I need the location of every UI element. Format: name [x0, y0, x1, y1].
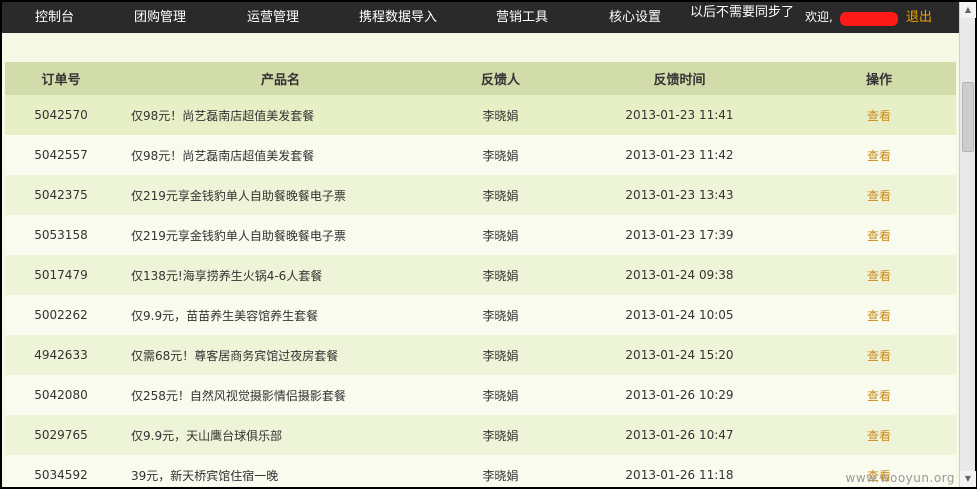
nav-item-marketing[interactable]: 营销工具 — [496, 2, 548, 33]
product-name-cell: 仅9.9元，苗苗养生美容馆养生套餐 — [131, 308, 319, 323]
view-link[interactable]: 查看 — [867, 229, 891, 243]
action-cell: 查看 — [802, 335, 956, 375]
feedback-user-cell: 李晓娟 — [482, 188, 519, 203]
table-row: 4942633 仅需68元！尊客居商务宾馆过夜房套餐 李晓娟 2013-01-24 1… — [5, 335, 956, 375]
header-product-name: 产品名 — [260, 73, 300, 88]
scroll-thumb[interactable] — [962, 82, 974, 152]
product-name-cell: 仅需68元！尊客居商务宾馆过夜房套餐 — [131, 348, 339, 363]
feedback-user-cell: 李晓娟 — [482, 348, 519, 363]
nav-item-groupbuy[interactable]: 团购管理 — [134, 2, 186, 33]
feedback-user-cell: 李晓娟 — [482, 388, 519, 403]
feedback-time-cell: 2013-01-26 11:18 — [625, 468, 734, 482]
feedback-time-cell: 2013-01-24 09:38 — [625, 268, 734, 282]
order-id-cell: 5053158 — [34, 228, 88, 242]
product-name-cell: 仅138元!海享捞养生火锅4-6人套餐 — [131, 268, 323, 283]
header-feedback-time: 反馈时间 — [653, 73, 706, 88]
watermark: www.wooyun.org — [845, 471, 955, 485]
order-id-cell: 5042375 — [34, 188, 88, 202]
table-row: 5053158 仅219元享金钱豹单人自助餐晚餐电子票 李晓娟 2013-01-23 … — [5, 215, 956, 255]
app-frame: 控制台 团购管理 运营管理 携程数据导入 营销工具 核心设置 以后不需要同步了 … — [2, 2, 959, 487]
table-row: 5042375 仅219元享金钱豹单人自助餐晚餐电子票 李晓娟 2013-01-23 … — [5, 175, 956, 215]
logout-link[interactable]: 退出 — [906, 2, 932, 33]
table-row: 5029765 仅9.9元，天山鹰台球俱乐部 李晓娟 2013-01-26 10:47… — [5, 415, 956, 455]
table-row: 5002262 仅9.9元，苗苗养生美容馆养生套餐 李晓娟 2013-01-24 10… — [5, 295, 956, 335]
feedback-time-cell: 2013-01-23 11:42 — [625, 148, 734, 162]
table-header-row: 订单号 产品名 反馈人 反馈时间 操作 — [5, 62, 956, 95]
view-link[interactable]: 查看 — [867, 149, 891, 163]
action-cell: 查看 — [802, 215, 956, 255]
product-name-cell: 仅258元！自然风视觉摄影情侣摄影套餐 — [131, 388, 346, 403]
table-row: 5042570 仅98元！尚艺磊南店超值美发套餐 李晓娟 2013-01-23 11:… — [5, 95, 956, 135]
table-row: 5034592 39元，新天桥宾馆住宿一晚 李晓娟 2013-01-26 11:18 查… — [5, 455, 956, 487]
table-row: 5042080 仅258元！自然风视觉摄影情侣摄影套餐 李晓娟 2013-01-26 … — [5, 375, 956, 415]
view-link[interactable]: 查看 — [867, 349, 891, 363]
order-id-cell: 5034592 — [34, 468, 88, 482]
view-link[interactable]: 查看 — [867, 389, 891, 403]
order-id-cell: 5017479 — [34, 268, 88, 282]
feedback-time-cell: 2013-01-23 13:43 — [625, 188, 734, 202]
feedback-time-cell: 2013-01-24 15:20 — [625, 348, 734, 362]
feedback-time-cell: 2013-01-24 10:05 — [625, 308, 734, 322]
feedback-time-cell: 2013-01-26 10:47 — [625, 428, 734, 442]
view-link[interactable]: 查看 — [867, 189, 891, 203]
top-navigation: 控制台 团购管理 运营管理 携程数据导入 营销工具 核心设置 以后不需要同步了 … — [2, 2, 959, 33]
view-link[interactable]: 查看 — [867, 429, 891, 443]
welcome-text: 欢迎, — [805, 10, 833, 24]
feedback-user-cell: 李晓娟 — [482, 308, 519, 323]
nav-item-ctrip-import[interactable]: 携程数据导入 — [359, 2, 437, 33]
product-name-cell: 仅219元享金钱豹单人自助餐晚餐电子票 — [131, 188, 346, 203]
header-order-id: 订单号 — [41, 73, 81, 88]
feedback-user-cell: 李晓娟 — [482, 268, 519, 283]
feedback-time-cell: 2013-01-23 17:39 — [625, 228, 734, 242]
feedback-table-container: 订单号 产品名 反馈人 反馈时间 操作 5042570 仅98元！尚艺磊南店超值美… — [5, 62, 956, 487]
order-id-cell: 4942633 — [34, 348, 88, 362]
nav-item-no-sync[interactable]: 以后不需要同步了 — [690, 2, 794, 28]
feedback-time-cell: 2013-01-23 11:41 — [625, 108, 734, 122]
order-id-cell: 5002262 — [34, 308, 88, 322]
feedback-user-cell: 李晓娟 — [482, 108, 519, 123]
product-name-cell: 仅9.9元，天山鹰台球俱乐部 — [131, 428, 283, 443]
feedback-time-cell: 2013-01-26 10:29 — [625, 388, 734, 402]
vertical-scrollbar[interactable]: ▲ ▼ — [959, 2, 976, 487]
view-link[interactable]: 查看 — [867, 269, 891, 283]
table-row: 5042557 仅98元！尚艺磊南店超值美发套餐 李晓娟 2013-01-23 11:… — [5, 135, 956, 175]
header-action: 操作 — [865, 73, 892, 88]
product-name-cell: 39元，新天桥宾馆住宿一晚 — [131, 468, 279, 483]
product-name-cell: 仅219元享金钱豹单人自助餐晚餐电子票 — [131, 228, 346, 243]
action-cell: 查看 — [802, 135, 956, 175]
nav-item-core-settings[interactable]: 核心设置 — [609, 2, 661, 33]
nav-item-operations[interactable]: 运营管理 — [247, 2, 299, 33]
action-cell: 查看 — [802, 415, 956, 455]
scroll-up-arrow-icon[interactable]: ▲ — [960, 2, 976, 18]
feedback-user-cell: 李晓娟 — [482, 148, 519, 163]
action-cell: 查看 — [802, 255, 956, 295]
feedback-user-cell: 李晓娟 — [482, 468, 519, 483]
feedback-table: 订单号 产品名 反馈人 反馈时间 操作 5042570 仅98元！尚艺磊南店超值美… — [5, 62, 956, 487]
scroll-down-arrow-icon[interactable]: ▼ — [960, 471, 976, 487]
action-cell: 查看 — [802, 95, 956, 135]
view-link[interactable]: 查看 — [867, 309, 891, 323]
nav-item-dashboard[interactable]: 控制台 — [35, 2, 74, 33]
order-id-cell: 5029765 — [34, 428, 88, 442]
username-redacted: lin — [840, 12, 898, 26]
feedback-user-cell: 李晓娟 — [482, 228, 519, 243]
action-cell: 查看 — [802, 295, 956, 335]
view-link[interactable]: 查看 — [867, 109, 891, 123]
action-cell: 查看 — [802, 375, 956, 415]
order-id-cell: 5042570 — [34, 108, 88, 122]
feedback-user-cell: 李晓娟 — [482, 428, 519, 443]
order-id-cell: 5042557 — [34, 148, 88, 162]
table-body: 5042570 仅98元！尚艺磊南店超值美发套餐 李晓娟 2013-01-23 11:… — [5, 95, 956, 487]
header-feedback-user: 反馈人 — [480, 73, 520, 88]
action-cell: 查看 — [802, 175, 956, 215]
order-id-cell: 5042080 — [34, 388, 88, 402]
table-row: 5017479 仅138元!海享捞养生火锅4-6人套餐 李晓娟 2013-01-24 … — [5, 255, 956, 295]
product-name-cell: 仅98元！尚艺磊南店超值美发套餐 — [131, 108, 315, 123]
product-name-cell: 仅98元！尚艺磊南店超值美发套餐 — [131, 148, 315, 163]
